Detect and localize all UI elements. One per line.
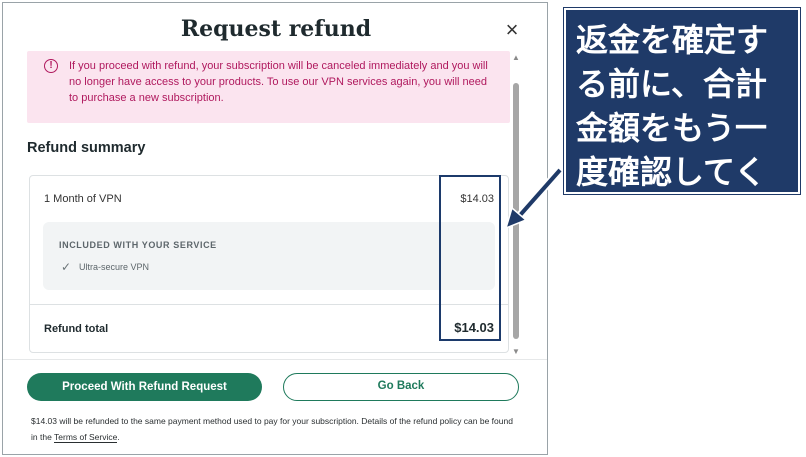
- refund-footnote: $14.03 will be refunded to the same paym…: [31, 413, 521, 445]
- scrollbar[interactable]: ▲ ▼: [510, 53, 522, 359]
- footnote-end: .: [117, 432, 120, 442]
- footer-divider: [3, 359, 547, 360]
- refund-summary-card: 1 Month of VPN $14.03 INCLUDED WITH YOUR…: [29, 175, 509, 353]
- scroll-thumb[interactable]: [513, 83, 519, 339]
- card-divider: [30, 304, 508, 305]
- close-icon[interactable]: ×: [502, 19, 522, 41]
- go-back-button[interactable]: Go Back: [283, 373, 519, 401]
- included-title: INCLUDED WITH YOUR SERVICE: [59, 240, 217, 250]
- refund-summary-heading: Refund summary: [27, 140, 146, 156]
- price-highlight-box: [439, 175, 501, 341]
- scroll-down-icon[interactable]: ▼: [512, 347, 520, 356]
- modal-title: Request refund: [180, 16, 372, 42]
- refund-total-label: Refund total: [44, 323, 109, 335]
- included-feature: Ultra-secure VPN: [79, 262, 150, 272]
- proceed-refund-button[interactable]: Proceed With Refund Request: [27, 373, 262, 401]
- included-services-box: INCLUDED WITH YOUR SERVICE ✓ Ultra-secur…: [43, 222, 495, 290]
- scroll-up-icon[interactable]: ▲: [512, 53, 520, 62]
- annotation-callout: 返金を確定する前に、合計金額をもう一度確認してください 😄: [564, 8, 800, 235]
- alert-circle-icon: !: [44, 59, 58, 73]
- alert-text: If you proceed with refund, your subscri…: [69, 60, 488, 104]
- warning-alert: ! If you proceed with refund, your subsc…: [27, 51, 510, 123]
- terms-of-service-link[interactable]: Terms of Service: [54, 432, 118, 443]
- item-name: 1 Month of VPN: [44, 193, 122, 205]
- check-icon: ✓: [61, 260, 72, 274]
